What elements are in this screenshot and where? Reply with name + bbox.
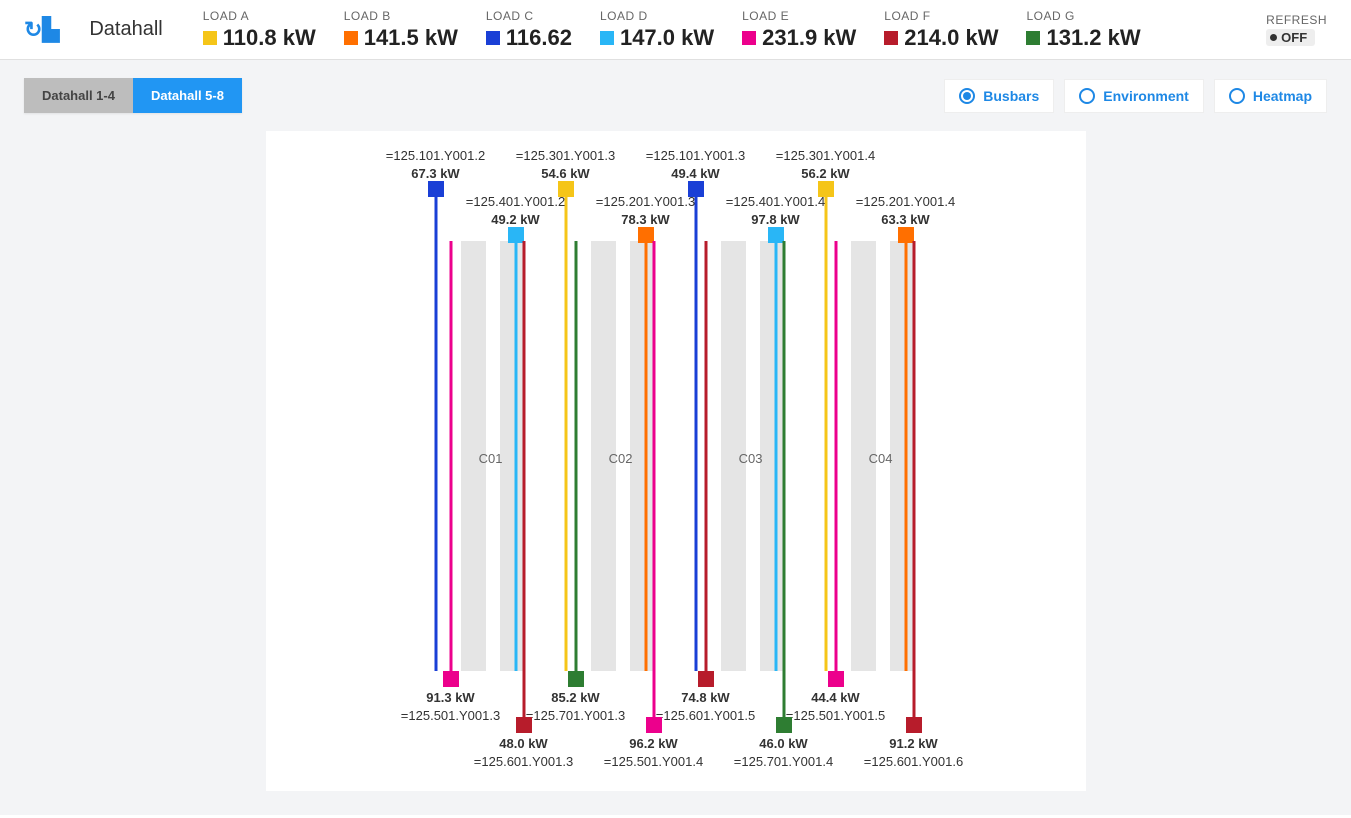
busbar-node[interactable] xyxy=(646,717,662,733)
load-swatch xyxy=(1026,31,1040,45)
load-swatch xyxy=(742,31,756,45)
load-item: LOAD C 116.62 xyxy=(486,9,572,51)
load-value: 147.0 kW xyxy=(620,25,714,51)
load-item: LOAD D 147.0 kW xyxy=(600,9,714,51)
busbar-node-label: 96.2 kW=125.501.Y001.4 xyxy=(604,735,703,770)
page-title: Datahall xyxy=(89,18,162,41)
tab-datahall-1-4[interactable]: Datahall 1-4 xyxy=(24,78,133,113)
busbar-node[interactable] xyxy=(698,671,714,687)
busbar-line xyxy=(434,197,437,671)
busbar-canvas: C01 C02 C03 C04 =125.101.Y001.267.3 kW =125.3… xyxy=(266,131,1086,791)
busbar-node-label: 74.8 kW=125.601.Y001.5 xyxy=(656,689,755,724)
load-swatch xyxy=(600,31,614,45)
load-label: LOAD A xyxy=(203,9,316,23)
busbar-line xyxy=(574,241,577,671)
load-swatch xyxy=(486,31,500,45)
busbar-node[interactable] xyxy=(906,717,922,733)
view-group: Busbars Environment Heatmap xyxy=(944,79,1327,113)
busbar-line xyxy=(704,241,707,671)
refresh-toggle[interactable]: REFRESH OFF xyxy=(1266,13,1327,46)
load-item: LOAD G 131.2 kW xyxy=(1026,9,1140,51)
load-swatch xyxy=(203,31,217,45)
load-label: LOAD C xyxy=(486,9,572,23)
load-value: 231.9 kW xyxy=(762,25,856,51)
busbar-node[interactable] xyxy=(568,671,584,687)
busbar-node-label: =125.301.Y001.456.2 kW xyxy=(776,147,875,182)
tab-datahall-5-8[interactable]: Datahall 5-8 xyxy=(133,78,242,113)
load-label: LOAD B xyxy=(344,9,458,23)
busbar-node-label: 85.2 kW=125.701.Y001.3 xyxy=(526,689,625,724)
radio-selected-icon xyxy=(959,88,975,104)
busbar-node[interactable] xyxy=(443,671,459,687)
busbar-line xyxy=(522,241,525,717)
busbar-line xyxy=(834,241,837,671)
busbar-node-label: =125.201.Y001.463.3 kW xyxy=(856,193,955,228)
busbar-line xyxy=(782,241,785,717)
column-label: C02 xyxy=(609,451,633,466)
column-label: C03 xyxy=(739,451,763,466)
busbar-line xyxy=(449,241,452,671)
column-label: C04 xyxy=(869,451,893,466)
busbar-line xyxy=(904,243,907,671)
radio-icon xyxy=(1229,88,1245,104)
busbar-node-label: =125.101.Y001.267.3 kW xyxy=(386,147,485,182)
busbar-line xyxy=(644,243,647,671)
view-label: Busbars xyxy=(983,88,1039,104)
busbar-node[interactable] xyxy=(428,181,444,197)
view-busbars[interactable]: Busbars xyxy=(944,79,1054,113)
datahall-tabs: Datahall 1-4 Datahall 5-8 xyxy=(24,78,242,113)
load-value: 131.2 kW xyxy=(1046,25,1140,51)
busbar-node-label: =125.101.Y001.349.4 kW xyxy=(646,147,745,182)
busbar-node[interactable] xyxy=(828,671,844,687)
load-label: LOAD D xyxy=(600,9,714,23)
view-heatmap[interactable]: Heatmap xyxy=(1214,79,1327,113)
radio-icon xyxy=(1079,88,1095,104)
view-label: Environment xyxy=(1103,88,1189,104)
refresh-label: REFRESH xyxy=(1266,13,1327,27)
load-value: 214.0 kW xyxy=(904,25,998,51)
load-label: LOAD F xyxy=(884,9,998,23)
busbar-node[interactable] xyxy=(776,717,792,733)
busbar-node-label: 44.4 kW=125.501.Y001.5 xyxy=(786,689,885,724)
load-value: 141.5 kW xyxy=(364,25,458,51)
subbar: Datahall 1-4 Datahall 5-8 Busbars Enviro… xyxy=(0,60,1351,131)
load-item: LOAD B 141.5 kW xyxy=(344,9,458,51)
diagram-area: C01 C02 C03 C04 =125.101.Y001.267.3 kW =125.3… xyxy=(0,131,1351,815)
busbar-node-label: =125.201.Y001.378.3 kW xyxy=(596,193,695,228)
column-label: C01 xyxy=(479,451,503,466)
load-swatch xyxy=(344,31,358,45)
load-item: LOAD F 214.0 kW xyxy=(884,9,998,51)
header: ↻▙ Datahall LOAD A 110.8 kW LOAD B 141.5… xyxy=(0,0,1351,60)
load-label: LOAD E xyxy=(742,9,856,23)
load-swatch xyxy=(884,31,898,45)
load-label: LOAD G xyxy=(1026,9,1140,23)
busbar-node-label: 46.0 kW=125.701.Y001.4 xyxy=(734,735,833,770)
busbar-line xyxy=(774,243,777,671)
busbar-node-label: =125.401.Y001.497.8 kW xyxy=(726,193,825,228)
busbar-node-label: 91.3 kW=125.501.Y001.3 xyxy=(401,689,500,724)
busbar-line xyxy=(564,197,567,671)
refresh-icon[interactable]: ↻▙ xyxy=(24,17,59,43)
load-item: LOAD E 231.9 kW xyxy=(742,9,856,51)
busbar-node-label: =125.401.Y001.249.2 kW xyxy=(466,193,565,228)
busbar-node-label: =125.301.Y001.354.6 kW xyxy=(516,147,615,182)
busbar-node[interactable] xyxy=(516,717,532,733)
busbar-line xyxy=(514,243,517,671)
busbar-line xyxy=(912,241,915,717)
view-label: Heatmap xyxy=(1253,88,1312,104)
view-environment[interactable]: Environment xyxy=(1064,79,1204,113)
busbar-line xyxy=(824,197,827,671)
busbar-line xyxy=(694,197,697,671)
load-item: LOAD A 110.8 kW xyxy=(203,9,316,51)
busbar-node-label: 91.2 kW=125.601.Y001.6 xyxy=(864,735,963,770)
load-value: 110.8 kW xyxy=(223,25,316,51)
refresh-state: OFF xyxy=(1266,29,1315,46)
load-value: 116.62 xyxy=(506,25,572,51)
busbar-line xyxy=(652,241,655,717)
busbar-node-label: 48.0 kW=125.601.Y001.3 xyxy=(474,735,573,770)
